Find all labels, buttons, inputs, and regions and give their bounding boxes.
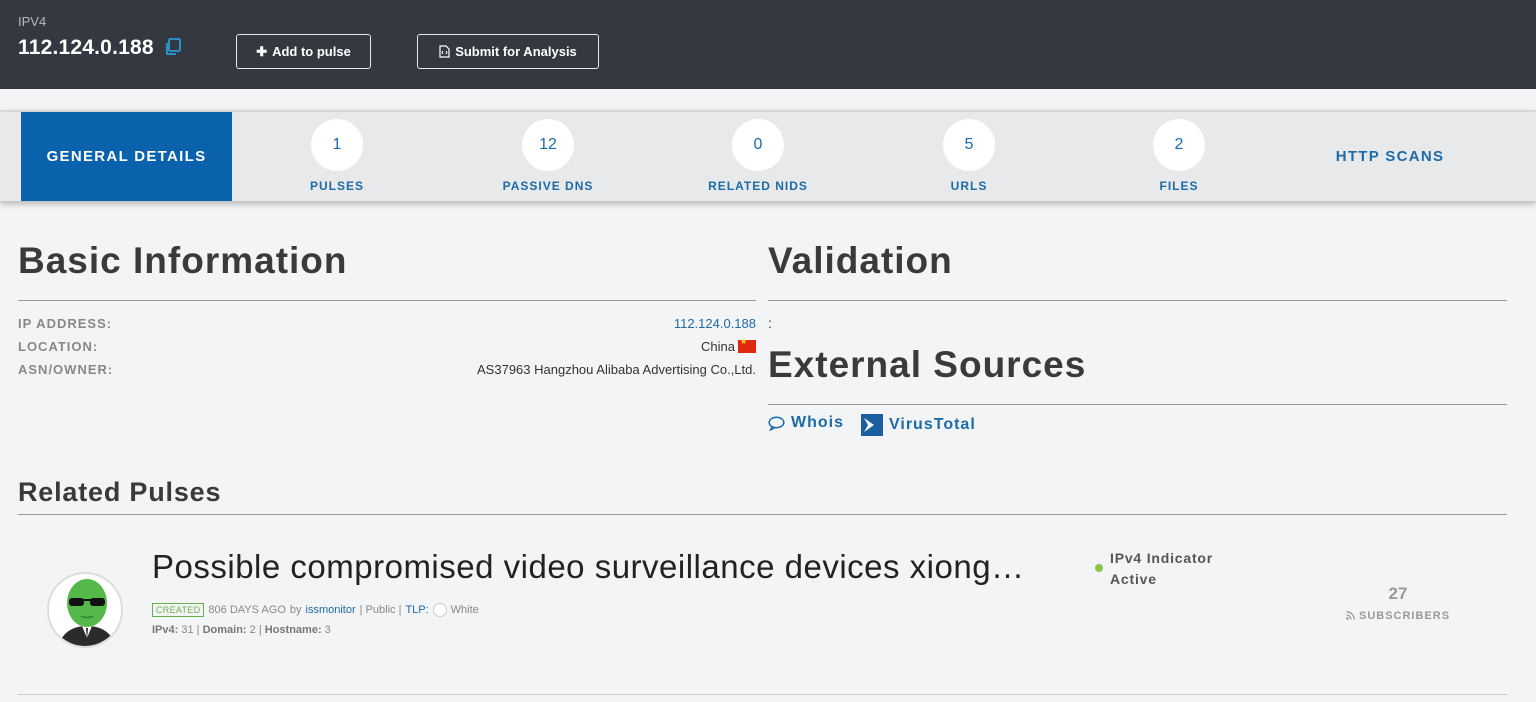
basic-information-divider: [18, 300, 756, 301]
basic-information-title: Basic Information: [18, 240, 348, 281]
file-code-icon: [439, 45, 450, 58]
pulse-author-avatar[interactable]: [47, 572, 123, 648]
indicator-status-line1: IPv4 Indicator: [1110, 550, 1214, 566]
indicator-status-line2: Active: [1110, 571, 1157, 587]
indicator-status: IPv4 Indicator Active: [1110, 548, 1213, 590]
pulse-title[interactable]: Possible compromised video surveillance …: [152, 548, 1025, 586]
tab-urls-count: 5: [943, 119, 995, 171]
details-tab-bar: GENERAL DETAILS 1 PULSES 12 PASSIVE DNS …: [0, 110, 1536, 201]
tab-files[interactable]: 2 FILES: [1089, 112, 1269, 201]
indicator-value: 112.124.0.188: [18, 36, 154, 59]
tlp-white-dot-icon: [432, 603, 447, 617]
created-badge: CREATED: [152, 603, 205, 617]
validation-title: Validation: [768, 240, 953, 281]
tab-files-label: FILES: [1159, 179, 1199, 193]
hostname-count-value: 3: [324, 624, 331, 636]
pulse-divider: [18, 694, 1507, 695]
plus-icon: ✚: [256, 44, 268, 59]
ip-address-label: IP ADDRESS:: [18, 316, 113, 331]
virustotal-icon: [861, 414, 883, 436]
subscribers-count: 27: [1388, 584, 1408, 603]
speech-bubble-icon: [768, 416, 785, 431]
pulse-by-label: by: [289, 604, 302, 616]
external-sources-divider: [768, 404, 1507, 405]
location-text: China: [701, 339, 735, 354]
add-to-pulse-label: Add to pulse: [272, 44, 351, 59]
add-to-pulse-button[interactable]: ✚ Add to pulse: [236, 34, 371, 69]
tab-urls-label: URLS: [950, 179, 988, 193]
tab-http-scans[interactable]: HTTP SCANS: [1300, 112, 1480, 201]
tab-urls[interactable]: 5 URLS: [879, 112, 1059, 201]
tlp-value: White: [450, 604, 479, 616]
submit-for-analysis-button[interactable]: Submit for Analysis: [417, 34, 599, 69]
tab-files-count: 2: [1153, 119, 1205, 171]
whois-label: Whois: [791, 414, 844, 431]
tab-pulses-label: PULSES: [309, 179, 364, 193]
related-pulses-divider: [18, 514, 1507, 515]
asn-owner-value: AS37963 Hangzhou Alibaba Advertising Co.…: [477, 362, 756, 377]
indicator-type: IPV4: [18, 14, 47, 29]
tab-passive-dns-label: PASSIVE DNS: [502, 179, 594, 193]
copy-icon[interactable]: [164, 38, 182, 56]
virustotal-label: VirusTotal: [889, 416, 976, 433]
subscribers-label: SUBSCRIBERS: [1358, 610, 1451, 622]
tab-related-nids-label: RELATED NIDS: [708, 179, 808, 193]
asn-owner-label: ASN/OWNER:: [18, 362, 114, 377]
tab-general-details[interactable]: GENERAL DETAILS: [21, 112, 232, 201]
domain-count-label: Domain:: [202, 624, 247, 636]
pulse-meta: CREATED 806 DAYS AGO by issmonitor | Pub…: [152, 603, 479, 617]
tab-related-nids[interactable]: 0 RELATED NIDS: [668, 112, 848, 201]
tab-passive-dns-count: 12: [522, 119, 574, 171]
pulse-age: 806 DAYS AGO: [208, 604, 286, 616]
tab-pulses[interactable]: 1 PULSES: [247, 112, 427, 201]
subscribers-label-wrap[interactable]: SUBSCRIBERS: [1340, 610, 1456, 622]
whois-link[interactable]: Whois: [768, 414, 844, 432]
ip-address-value[interactable]: 112.124.0.188: [674, 316, 756, 331]
indicator-header: IPV4 112.124.0.188 ✚ Add to pulse Submit…: [0, 0, 1536, 89]
alien-agent-avatar-icon: [58, 579, 116, 646]
tab-related-nids-count: 0: [732, 119, 784, 171]
domain-count-value: 2: [249, 624, 256, 636]
validation-value: :: [768, 315, 772, 331]
submit-for-analysis-label: Submit for Analysis: [455, 44, 577, 59]
ipv4-count-label: IPv4:: [152, 624, 179, 636]
pulse-author-link[interactable]: issmonitor: [306, 604, 356, 616]
rss-icon: [1346, 611, 1355, 620]
tab-passive-dns[interactable]: 12 PASSIVE DNS: [458, 112, 638, 201]
external-sources-title: External Sources: [768, 344, 1087, 385]
pulse-indicator-counts: IPv4: 31 | Domain: 2 | Hostname: 3: [152, 624, 331, 636]
virustotal-link[interactable]: VirusTotal: [861, 414, 976, 436]
tab-pulses-count: 1: [311, 119, 363, 171]
pulse-visibility: | Public |: [359, 604, 402, 616]
location-label: LOCATION:: [18, 339, 99, 354]
active-status-dot: [1095, 564, 1103, 572]
tlp-label: TLP:: [405, 604, 429, 616]
location-value: China: [701, 337, 756, 354]
validation-divider: [768, 300, 1507, 301]
ipv4-count-value: 31: [181, 624, 194, 636]
related-pulses-title: Related Pulses: [18, 477, 222, 507]
hostname-count-label: Hostname:: [264, 624, 322, 636]
china-flag-icon: [738, 337, 756, 353]
